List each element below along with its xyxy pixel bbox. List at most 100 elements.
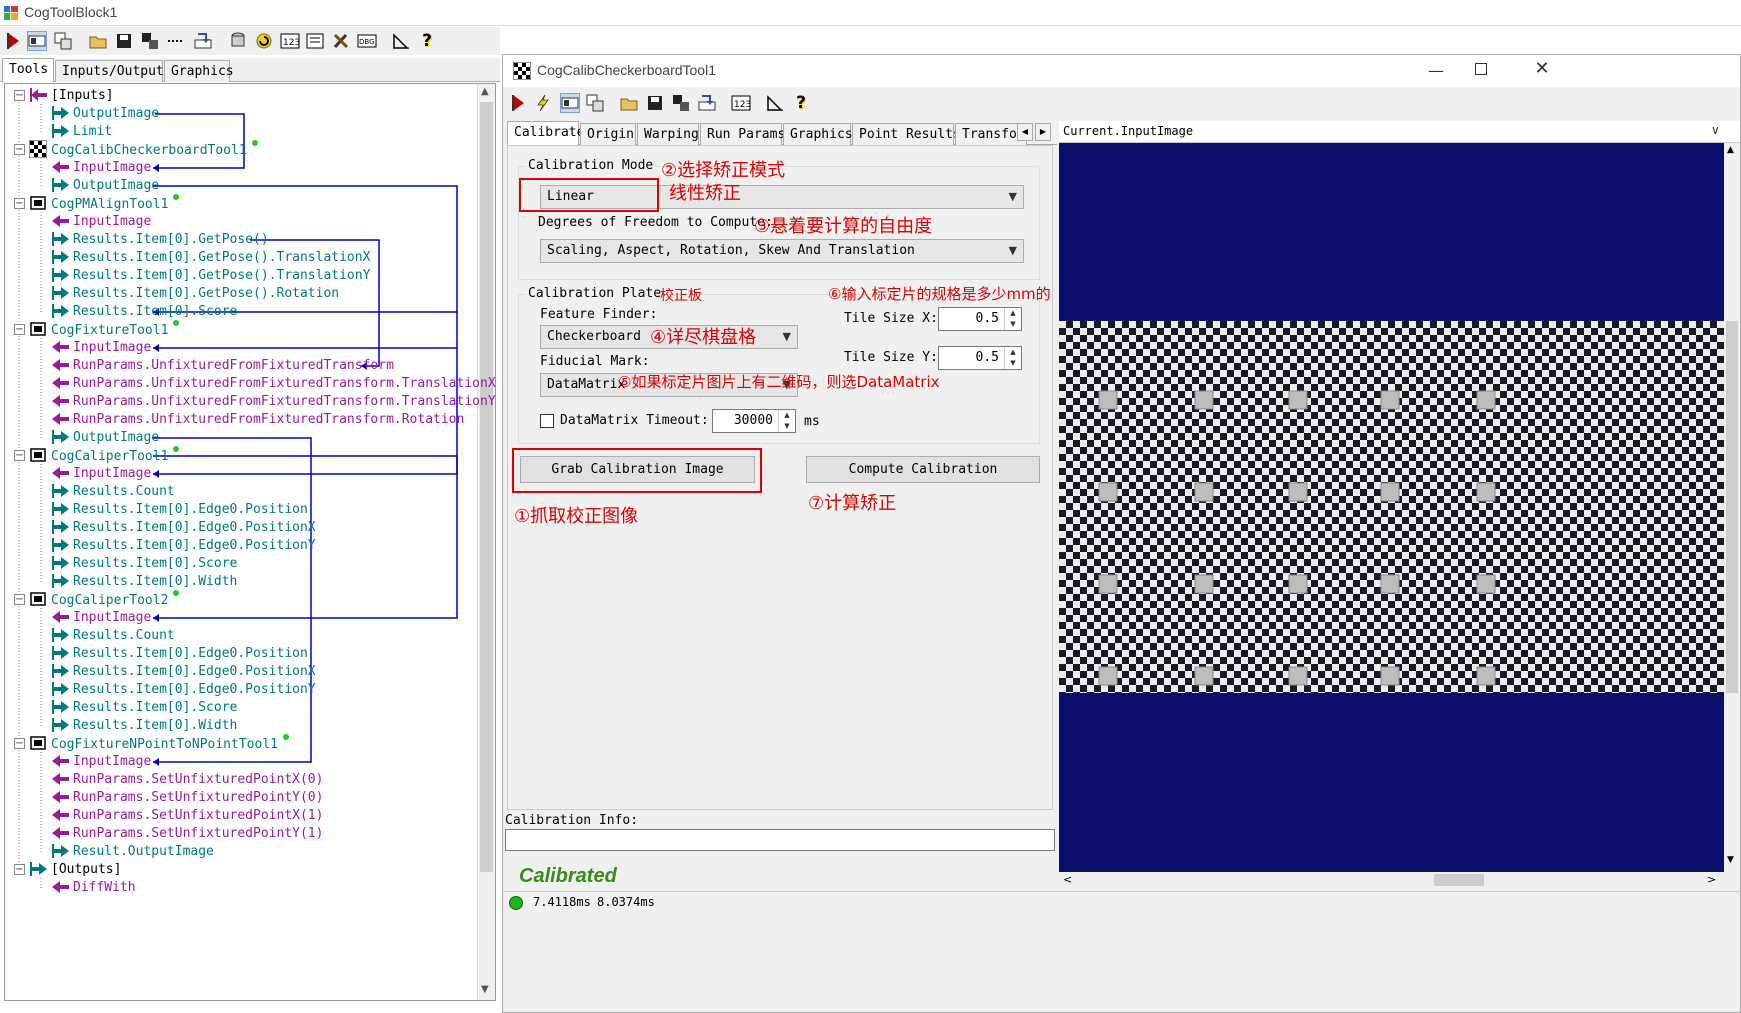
dots-icon[interactable] <box>166 31 186 51</box>
tab-graphics[interactable]: Graphics <box>783 123 853 145</box>
help-icon[interactable]: ? <box>417 31 437 51</box>
tree-expand-toggle[interactable]: − <box>14 144 25 155</box>
run-icon[interactable] <box>3 31 23 51</box>
tree-terminal-node[interactable]: OutputImage <box>51 428 159 448</box>
tree-terminal-node[interactable]: Results.Item[0].GetPose().TranslationY <box>51 266 370 286</box>
display-icon[interactable] <box>560 93 580 113</box>
tree-terminal-node[interactable]: Results.Item[0].Edge0.PositionY <box>51 680 316 700</box>
chevron-down-icon[interactable]: ∨ <box>1711 123 1720 137</box>
scroll-left-icon[interactable]: < <box>1063 873 1072 886</box>
tree-terminal-node[interactable]: InputImage <box>51 338 151 358</box>
tab-calibrate[interactable]: Calibrate <box>507 121 584 145</box>
tab-inputs-outputs[interactable]: Inputs/Outputs <box>55 60 172 82</box>
tab-origin[interactable]: Origin <box>580 123 636 145</box>
scroll-down-icon[interactable]: ▼ <box>481 984 489 995</box>
tree-terminal-node[interactable]: InputImage <box>51 158 151 178</box>
tab-warping[interactable]: Warping <box>637 123 699 145</box>
scroll-up-icon[interactable]: ▲ <box>481 86 489 97</box>
tab-point-results[interactable]: Point Results <box>852 123 961 145</box>
tree-tool-node[interactable]: CogPMAlignTool1 <box>29 194 180 214</box>
tree-terminal-node[interactable]: RunParams.UnfixturedFromFixturedTransfor… <box>51 410 464 430</box>
tab-tools[interactable]: Tools <box>2 58 54 82</box>
tools-icon[interactable] <box>331 31 351 51</box>
tree-tool-node[interactable]: CogFixtureNPointToNPointTool1 <box>29 734 289 754</box>
scroll-right-icon[interactable]: > <box>1707 873 1716 886</box>
scroll-thumb[interactable] <box>1434 874 1484 886</box>
tree-expand-toggle[interactable]: − <box>14 90 25 101</box>
compute-calibration-button[interactable]: Compute Calibration <box>806 456 1040 483</box>
tree-terminal-node[interactable]: Results.Item[0].Score <box>51 554 237 574</box>
tree-expand-toggle[interactable]: − <box>14 738 25 749</box>
tree-terminal-node[interactable]: Results.Count <box>51 626 175 646</box>
tree-terminal-node[interactable]: Result.OutputImage <box>51 842 214 862</box>
numeric-icon[interactable]: 123 <box>731 93 751 113</box>
save-icon[interactable] <box>645 93 665 113</box>
tile-size-x-input[interactable]: 0.5 ▲ ▼ <box>938 307 1022 331</box>
tree-terminal-node[interactable]: Results.Item[0].Edge0.PositionY <box>51 536 316 556</box>
tree-scrollbar[interactable]: ▲ ▼ <box>477 84 495 1000</box>
tree-terminal-node[interactable]: Results.Item[0].Edge0.PositionX <box>51 518 316 538</box>
open-folder-icon[interactable] <box>88 31 108 51</box>
tree-terminal-node[interactable]: RunParams.SetUnfixturedPointY(1) <box>51 824 323 844</box>
save-settings-icon[interactable] <box>671 93 691 113</box>
database-icon[interactable] <box>228 31 248 51</box>
measure-icon[interactable] <box>391 31 411 51</box>
image-vscrollbar[interactable]: ▲ ▼ <box>1724 143 1740 872</box>
tree-terminal-node[interactable]: Results.Count <box>51 482 175 502</box>
copy-icon[interactable] <box>585 93 605 113</box>
tree-terminal-node[interactable]: Results.Item[0].Width <box>51 716 237 736</box>
tree-terminal-node[interactable]: Results.Item[0].Edge0.Position <box>51 644 308 664</box>
copy-icon[interactable] <box>53 31 73 51</box>
numeric-icon[interactable]: 123 <box>280 31 300 51</box>
image-display[interactable] <box>1059 143 1724 872</box>
tab-scroll-left-icon[interactable]: ◀ <box>1017 123 1033 141</box>
maximize-icon[interactable] <box>1475 63 1487 75</box>
close-icon[interactable]: ✕ <box>1527 58 1557 82</box>
tree-terminal-node[interactable]: Results.Item[0].GetPose().Rotation <box>51 284 339 304</box>
tree-tool-node[interactable]: CogCaliperTool1 <box>29 446 180 466</box>
tree-terminal-node[interactable]: RunParams.SetUnfixturedPointX(1) <box>51 806 323 826</box>
measure-icon[interactable] <box>765 93 785 113</box>
scroll-thumb[interactable] <box>1726 321 1738 693</box>
scroll-down-icon[interactable]: ▼ <box>1727 855 1734 865</box>
tree-group-node[interactable]: [Outputs] <box>29 860 121 880</box>
tree-terminal-node[interactable]: Results.Item[0].Width <box>51 572 237 592</box>
tree-terminal-node[interactable]: RunParams.SetUnfixturedPointX(0) <box>51 770 323 790</box>
tree-expand-toggle[interactable]: − <box>14 324 25 335</box>
minimize-icon[interactable]: — <box>1421 61 1451 81</box>
help-icon[interactable]: ? <box>791 93 811 113</box>
tree-terminal-node[interactable]: OutputImage <box>51 176 159 196</box>
tree-terminal-node[interactable]: RunParams.UnfixturedFromFixturedTransfor… <box>51 356 394 376</box>
tree-tool-node[interactable]: CogCaliperTool2 <box>29 590 180 610</box>
scroll-thumb[interactable] <box>480 102 493 872</box>
tree-terminal-node[interactable]: RunParams.UnfixturedFromFixturedTransfor… <box>51 374 495 394</box>
tree-tool-node[interactable]: CogFixtureTool1 <box>29 320 180 340</box>
tree-expand-toggle[interactable]: − <box>14 864 25 875</box>
tree-expand-toggle[interactable]: − <box>14 594 25 605</box>
tree-terminal-node[interactable]: InputImage <box>51 752 151 772</box>
debug-icon[interactable]: DBG <box>357 31 377 51</box>
datamatrix-timeout-input[interactable]: 30000 ▲ ▼ <box>712 409 796 433</box>
tree-terminal-node[interactable]: Results.Item[0].Score <box>51 302 237 322</box>
image-selector[interactable]: Current.InputImage <box>1063 124 1193 138</box>
tree-terminal-node[interactable]: Results.Item[0].Edge0.Position <box>51 500 308 520</box>
datamatrix-timeout-checkbox[interactable] <box>540 414 554 428</box>
tree-terminal-node[interactable]: RunParams.UnfixturedFromFixturedTransfor… <box>51 392 495 412</box>
tree-expand-toggle[interactable]: − <box>14 198 25 209</box>
tab-graphics[interactable]: Graphics <box>164 60 234 82</box>
tile-size-y-input[interactable]: 0.5 ▲ ▼ <box>938 346 1022 370</box>
save-icon[interactable] <box>114 31 134 51</box>
tree-tool-node[interactable]: CogCalibCheckerboardTool1 <box>28 139 258 160</box>
tree-terminal-node[interactable]: Results.Item[0].Score <box>51 698 237 718</box>
reload-icon[interactable] <box>254 31 274 51</box>
tree-terminal-node[interactable]: Results.Item[0].GetPose() <box>51 230 269 250</box>
tab-scroll-right-icon[interactable]: ▶ <box>1035 123 1051 141</box>
tree-terminal-node[interactable]: Limit <box>51 122 112 142</box>
tree-terminal-node[interactable]: Results.Item[0].Edge0.PositionX <box>51 662 316 682</box>
tree-terminal-node[interactable]: InputImage <box>51 608 151 628</box>
tree-terminal-node[interactable]: DiffWith <box>51 878 136 898</box>
tree-expand-toggle[interactable]: − <box>14 450 25 461</box>
tree-terminal-node[interactable]: RunParams.SetUnfixturedPointY(0) <box>51 788 323 808</box>
dof-select[interactable]: Scaling, Aspect, Rotation, Skew And Tran… <box>540 239 1024 263</box>
display-icon[interactable] <box>27 31 47 51</box>
